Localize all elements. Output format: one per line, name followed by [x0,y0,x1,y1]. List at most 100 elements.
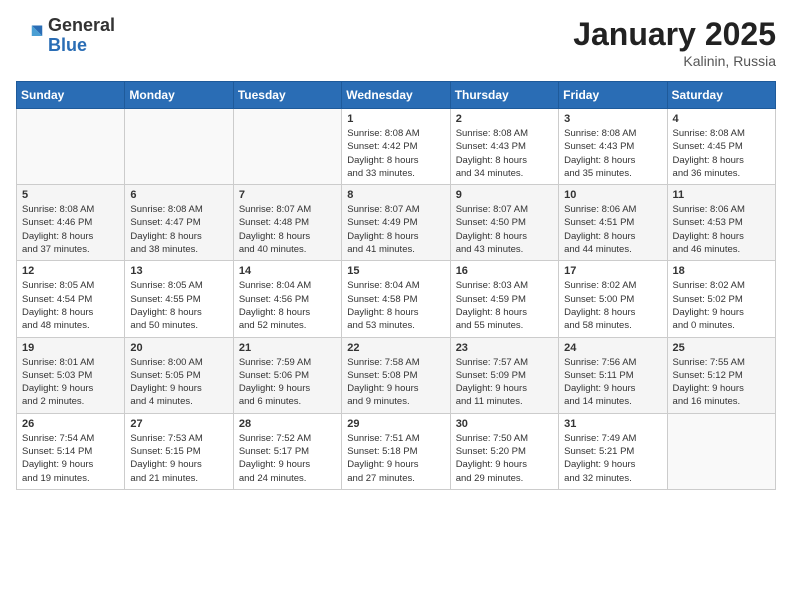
day-number: 8 [347,189,444,201]
day-number: 27 [130,418,227,430]
title-block: January 2025 Kalinin, Russia [573,16,776,69]
day-info: Sunrise: 8:08 AM Sunset: 4:43 PM Dayligh… [456,127,553,180]
calendar-cell: 6 Sunrise: 8:08 AM Sunset: 4:47 PM Daylig… [125,185,233,261]
day-info: Sunrise: 8:08 AM Sunset: 4:45 PM Dayligh… [673,127,770,180]
day-info: Sunrise: 7:55 AM Sunset: 5:12 PM Dayligh… [673,356,770,409]
day-number: 10 [564,189,661,201]
weekday-header-saturday: Saturday [667,82,775,109]
calendar-cell: 14 Sunrise: 8:04 AM Sunset: 4:56 PM Dayli… [233,261,341,337]
day-info: Sunrise: 8:08 AM Sunset: 4:47 PM Dayligh… [130,203,227,256]
calendar-cell: 4Sunrise: 8:08 AM Sunset: 4:45 PM Daylig… [667,109,775,185]
logo-general-text: General [48,16,115,36]
week-row-3: 12 Sunrise: 8:05 AM Sunset: 4:54 PM Dayli… [17,261,776,337]
calendar-cell: 25 Sunrise: 7:55 AM Sunset: 5:12 PM Dayli… [667,337,775,413]
day-number: 19 [22,342,119,354]
logo-icon [16,22,44,50]
calendar-cell: 1Sunrise: 8:08 AM Sunset: 4:42 PM Daylig… [342,109,450,185]
day-info: Sunrise: 8:06 AM Sunset: 4:53 PM Dayligh… [673,203,770,256]
day-info: Sunrise: 7:49 AM Sunset: 5:21 PM Dayligh… [564,432,661,485]
calendar-cell: 16 Sunrise: 8:03 AM Sunset: 4:59 PM Dayli… [450,261,558,337]
calendar-cell: 29 Sunrise: 7:51 AM Sunset: 5:18 PM Dayli… [342,413,450,489]
header: General Blue January 2025 Kalinin, Russi… [16,16,776,69]
day-number: 14 [239,265,336,277]
day-number: 16 [456,265,553,277]
location: Kalinin, Russia [573,53,776,69]
calendar-cell: 24Sunrise: 7:56 AM Sunset: 5:11 PM Dayli… [559,337,667,413]
day-number: 29 [347,418,444,430]
day-info: Sunrise: 8:03 AM Sunset: 4:59 PM Dayligh… [456,279,553,332]
week-row-4: 19 Sunrise: 8:01 AM Sunset: 5:03 PM Dayli… [17,337,776,413]
day-number: 15 [347,265,444,277]
day-info: Sunrise: 8:07 AM Sunset: 4:48 PM Dayligh… [239,203,336,256]
calendar-cell: 22 Sunrise: 7:58 AM Sunset: 5:08 PM Dayli… [342,337,450,413]
week-row-5: 26 Sunrise: 7:54 AM Sunset: 5:14 PM Dayli… [17,413,776,489]
day-info: Sunrise: 7:57 AM Sunset: 5:09 PM Dayligh… [456,356,553,409]
calendar-cell: 23 Sunrise: 7:57 AM Sunset: 5:09 PM Dayli… [450,337,558,413]
day-info: Sunrise: 8:05 AM Sunset: 4:55 PM Dayligh… [130,279,227,332]
day-number: 18 [673,265,770,277]
calendar-cell [125,109,233,185]
weekday-header-wednesday: Wednesday [342,82,450,109]
calendar-cell: 15Sunrise: 8:04 AM Sunset: 4:58 PM Dayli… [342,261,450,337]
day-number: 25 [673,342,770,354]
day-info: Sunrise: 8:02 AM Sunset: 5:02 PM Dayligh… [673,279,770,332]
logo-blue-text: Blue [48,36,115,56]
calendar-cell [233,109,341,185]
logo: General Blue [16,16,115,56]
calendar-cell: 27 Sunrise: 7:53 AM Sunset: 5:15 PM Dayli… [125,413,233,489]
day-info: Sunrise: 8:00 AM Sunset: 5:05 PM Dayligh… [130,356,227,409]
logo-text: General Blue [48,16,115,56]
calendar-cell: 8 Sunrise: 8:07 AM Sunset: 4:49 PM Daylig… [342,185,450,261]
calendar-table: SundayMondayTuesdayWednesdayThursdayFrid… [16,81,776,490]
day-number: 23 [456,342,553,354]
calendar-body: 1Sunrise: 8:08 AM Sunset: 4:42 PM Daylig… [17,109,776,490]
day-info: Sunrise: 7:54 AM Sunset: 5:14 PM Dayligh… [22,432,119,485]
day-info: Sunrise: 8:05 AM Sunset: 4:54 PM Dayligh… [22,279,119,332]
day-number: 17 [564,265,661,277]
day-info: Sunrise: 7:58 AM Sunset: 5:08 PM Dayligh… [347,356,444,409]
calendar-header: SundayMondayTuesdayWednesdayThursdayFrid… [17,82,776,109]
day-number: 11 [673,189,770,201]
day-number: 31 [564,418,661,430]
day-number: 12 [22,265,119,277]
day-info: Sunrise: 7:52 AM Sunset: 5:17 PM Dayligh… [239,432,336,485]
weekday-header-sunday: Sunday [17,82,125,109]
day-info: Sunrise: 7:51 AM Sunset: 5:18 PM Dayligh… [347,432,444,485]
calendar-cell: 20Sunrise: 8:00 AM Sunset: 5:05 PM Dayli… [125,337,233,413]
weekday-header-thursday: Thursday [450,82,558,109]
calendar-cell: 3Sunrise: 8:08 AM Sunset: 4:43 PM Daylig… [559,109,667,185]
day-number: 24 [564,342,661,354]
calendar-cell [667,413,775,489]
day-info: Sunrise: 8:07 AM Sunset: 4:50 PM Dayligh… [456,203,553,256]
calendar-cell: 31 Sunrise: 7:49 AM Sunset: 5:21 PM Dayli… [559,413,667,489]
calendar-cell: 19 Sunrise: 8:01 AM Sunset: 5:03 PM Dayli… [17,337,125,413]
calendar-cell: 7 Sunrise: 8:07 AM Sunset: 4:48 PM Daylig… [233,185,341,261]
day-info: Sunrise: 8:02 AM Sunset: 5:00 PM Dayligh… [564,279,661,332]
calendar-cell: 18 Sunrise: 8:02 AM Sunset: 5:02 PM Dayli… [667,261,775,337]
day-number: 22 [347,342,444,354]
day-info: Sunrise: 8:08 AM Sunset: 4:43 PM Dayligh… [564,127,661,180]
day-number: 26 [22,418,119,430]
day-info: Sunrise: 8:04 AM Sunset: 4:56 PM Dayligh… [239,279,336,332]
day-info: Sunrise: 8:07 AM Sunset: 4:49 PM Dayligh… [347,203,444,256]
day-info: Sunrise: 7:50 AM Sunset: 5:20 PM Dayligh… [456,432,553,485]
day-info: Sunrise: 8:01 AM Sunset: 5:03 PM Dayligh… [22,356,119,409]
day-info: Sunrise: 7:53 AM Sunset: 5:15 PM Dayligh… [130,432,227,485]
calendar-cell: 12 Sunrise: 8:05 AM Sunset: 4:54 PM Dayli… [17,261,125,337]
day-number: 1 [347,113,444,125]
day-number: 28 [239,418,336,430]
day-info: Sunrise: 8:06 AM Sunset: 4:51 PM Dayligh… [564,203,661,256]
calendar-cell: 28 Sunrise: 7:52 AM Sunset: 5:17 PM Dayli… [233,413,341,489]
calendar-cell: 9 Sunrise: 8:07 AM Sunset: 4:50 PM Daylig… [450,185,558,261]
calendar-cell: 5Sunrise: 8:08 AM Sunset: 4:46 PM Daylig… [17,185,125,261]
day-info: Sunrise: 8:08 AM Sunset: 4:46 PM Dayligh… [22,203,119,256]
day-number: 7 [239,189,336,201]
calendar-cell: 26 Sunrise: 7:54 AM Sunset: 5:14 PM Dayli… [17,413,125,489]
calendar-cell: 21Sunrise: 7:59 AM Sunset: 5:06 PM Dayli… [233,337,341,413]
day-number: 30 [456,418,553,430]
day-number: 9 [456,189,553,201]
week-row-2: 5Sunrise: 8:08 AM Sunset: 4:46 PM Daylig… [17,185,776,261]
day-number: 6 [130,189,227,201]
calendar-cell: 10 Sunrise: 8:06 AM Sunset: 4:51 PM Dayli… [559,185,667,261]
day-number: 21 [239,342,336,354]
